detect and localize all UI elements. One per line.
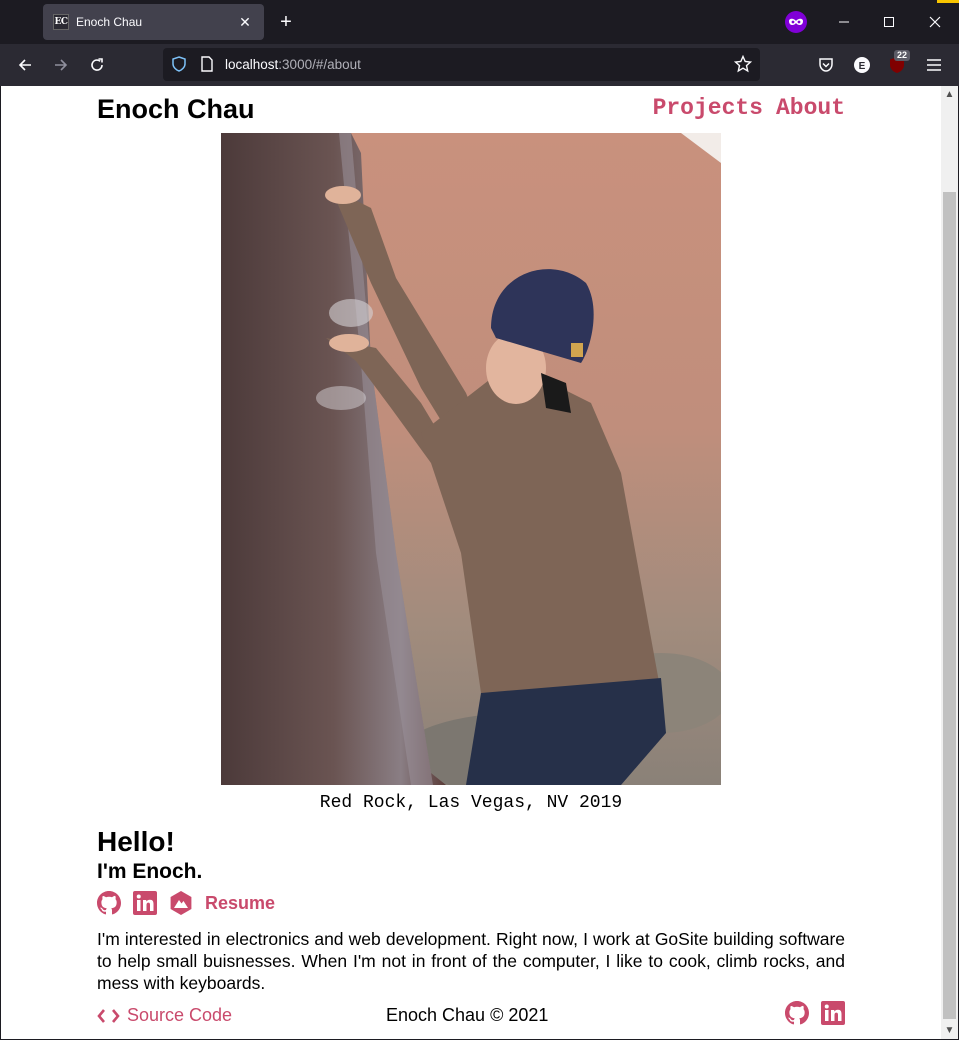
github-icon[interactable]	[785, 1001, 809, 1025]
tab-close-icon[interactable]: ✕	[236, 14, 254, 31]
navigation-toolbar: localhost:3000/#/about E 22	[0, 44, 959, 86]
nav-link-about[interactable]: About	[776, 95, 845, 121]
site-nav: Projects About	[653, 95, 845, 121]
window-accent	[937, 0, 959, 3]
scroll-down-icon[interactable]: ▼	[941, 1022, 958, 1039]
linkedin-icon[interactable]	[821, 1001, 845, 1025]
tab-bar: EC Enoch Chau ✕ +	[0, 0, 959, 44]
pocket-icon[interactable]	[816, 55, 836, 75]
nav-link-projects[interactable]: Projects	[653, 95, 763, 121]
scroll-thumb[interactable]	[943, 192, 956, 1019]
mountain-badge-icon[interactable]	[169, 891, 193, 915]
bookmark-star-icon[interactable]	[733, 54, 753, 74]
resume-link[interactable]: Resume	[205, 893, 275, 914]
private-browsing-icon[interactable]	[785, 11, 807, 33]
back-icon[interactable]	[15, 55, 35, 75]
copyright: Enoch Chau © 2021	[386, 1005, 549, 1025]
scrollbar[interactable]: ▲ ▼	[941, 86, 958, 1039]
greeting: Hello!	[97, 826, 175, 857]
account-icon[interactable]: E	[852, 55, 872, 75]
github-icon[interactable]	[97, 891, 121, 915]
site-name[interactable]: Enoch Chau	[97, 94, 255, 125]
page-icon	[197, 54, 217, 74]
reload-icon[interactable]	[87, 55, 107, 75]
tab-title: Enoch Chau	[76, 15, 143, 29]
photo-caption: Red Rock, Las Vegas, NV 2019	[319, 793, 623, 813]
code-icon	[97, 1008, 120, 1023]
social-links: Resume	[97, 890, 275, 916]
url-text[interactable]: localhost:3000/#/about	[225, 57, 361, 72]
close-window-icon[interactable]	[925, 12, 945, 32]
address-bar[interactable]: localhost:3000/#/about	[163, 48, 760, 81]
page-viewport: Enoch Chau Projects About Red Rock, Las …	[1, 86, 941, 1039]
scroll-up-icon[interactable]: ▲	[941, 86, 958, 103]
footer-social-links	[785, 1001, 845, 1025]
minimize-icon[interactable]	[834, 12, 854, 32]
menu-icon[interactable]	[924, 55, 944, 75]
source-code-link[interactable]: Source Code	[97, 1005, 232, 1026]
forward-icon[interactable]	[51, 55, 71, 75]
svg-text:E: E	[859, 61, 866, 72]
climbing-photo	[221, 133, 721, 785]
subheading: I'm Enoch.	[97, 860, 203, 883]
linkedin-icon[interactable]	[133, 891, 157, 915]
maximize-icon[interactable]	[879, 12, 899, 32]
shield-icon[interactable]	[169, 54, 189, 74]
extension-badge: 22	[894, 50, 911, 61]
browser-tab[interactable]: EC Enoch Chau ✕	[43, 4, 264, 40]
new-tab-icon[interactable]: +	[276, 11, 296, 33]
bio-paragraph: I'm interested in electronics and web de…	[97, 929, 845, 993]
source-code-label: Source Code	[127, 1005, 233, 1025]
site-favicon: EC	[53, 14, 69, 30]
